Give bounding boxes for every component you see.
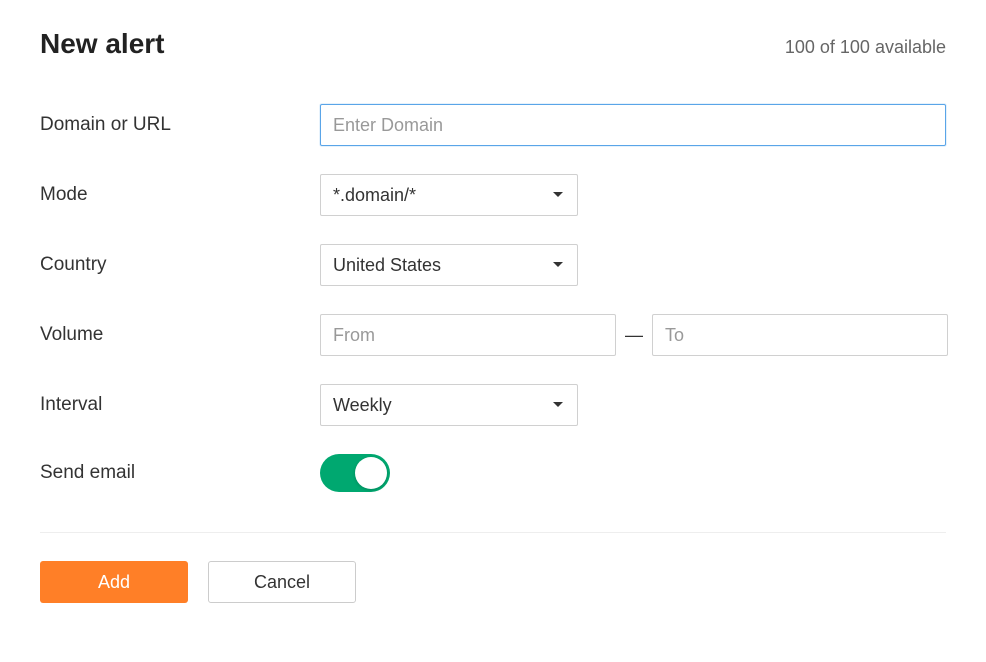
send-email-label: Send email [40, 462, 320, 484]
mode-select[interactable]: *.domain/* [320, 174, 578, 216]
interval-select[interactable]: Weekly [320, 384, 578, 426]
toggle-knob [355, 457, 387, 489]
volume-from-input[interactable] [320, 314, 616, 356]
volume-separator: — [616, 325, 652, 346]
interval-label: Interval [40, 394, 320, 416]
quota-status: 100 of 100 available [785, 37, 946, 58]
domain-input[interactable] [320, 104, 946, 146]
domain-label: Domain or URL [40, 114, 320, 136]
send-email-toggle[interactable] [320, 454, 390, 492]
country-select[interactable]: United States [320, 244, 578, 286]
mode-select-value: *.domain/* [333, 185, 416, 206]
interval-select-value: Weekly [333, 395, 392, 416]
country-label: Country [40, 254, 320, 276]
cancel-button[interactable]: Cancel [208, 561, 356, 603]
country-select-value: United States [333, 255, 441, 276]
volume-label: Volume [40, 324, 320, 346]
add-button[interactable]: Add [40, 561, 188, 603]
mode-label: Mode [40, 184, 320, 206]
page-title: New alert [40, 28, 165, 60]
volume-to-input[interactable] [652, 314, 948, 356]
